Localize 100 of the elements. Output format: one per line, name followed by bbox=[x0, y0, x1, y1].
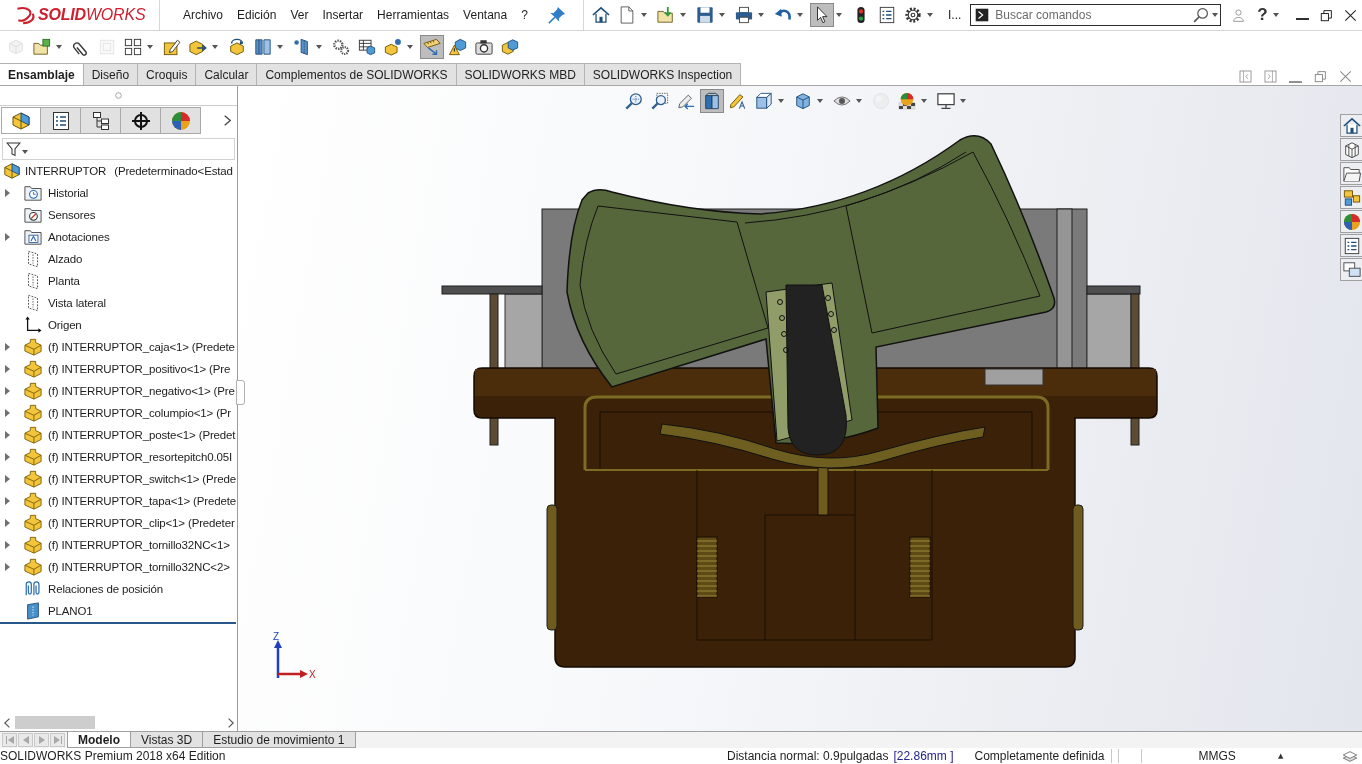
command-tab[interactable]: Ensamblaje bbox=[0, 63, 84, 85]
search-field[interactable]: Buscar comandos bbox=[970, 4, 1222, 26]
caret-icon[interactable] bbox=[778, 99, 784, 103]
tree-item[interactable]: Sensores bbox=[48, 209, 96, 221]
caret-icon[interactable] bbox=[641, 13, 647, 17]
caret-icon[interactable] bbox=[1272, 13, 1279, 17]
expand-arrow-icon[interactable] bbox=[5, 343, 10, 351]
expand-arrow-icon[interactable] bbox=[5, 409, 10, 417]
chevron-left-icon[interactable] bbox=[4, 717, 10, 728]
task-pane-tab[interactable] bbox=[1340, 162, 1362, 185]
caret-icon[interactable] bbox=[719, 13, 725, 17]
tree-item[interactable]: (f) INTERRUPTOR_columpio<1> (Pr bbox=[48, 407, 232, 419]
caret-icon[interactable] bbox=[927, 13, 933, 17]
scrollbar-thumb[interactable] bbox=[15, 716, 95, 729]
caret-icon[interactable] bbox=[836, 13, 842, 17]
caret-icon[interactable] bbox=[817, 99, 823, 103]
expand-arrow-icon[interactable] bbox=[5, 475, 10, 483]
caret-icon[interactable] bbox=[856, 99, 862, 103]
caret-icon[interactable] bbox=[797, 13, 803, 17]
caret-icon[interactable] bbox=[921, 99, 927, 103]
help-button[interactable]: ? bbox=[1252, 5, 1273, 25]
menu-item[interactable]: ? bbox=[514, 5, 535, 25]
tree-item[interactable]: (f) INTERRUPTOR_positivo<1> (Pre bbox=[48, 363, 231, 375]
tree-item[interactable]: (f) INTERRUPTOR_negativo<1> (Pre bbox=[48, 385, 235, 397]
tree-item[interactable]: Relaciones de posición bbox=[48, 583, 163, 595]
expand-arrow-icon[interactable] bbox=[5, 387, 10, 395]
tree-item[interactable]: (f) INTERRUPTOR_tapa<1> (Predete bbox=[48, 495, 236, 507]
grip-icon[interactable] bbox=[115, 92, 122, 99]
search-icon[interactable] bbox=[1193, 7, 1210, 23]
tree-item[interactable]: Anotaciones bbox=[48, 231, 110, 243]
panel-tab[interactable] bbox=[81, 107, 121, 134]
tree-item[interactable]: Alzado bbox=[48, 253, 83, 265]
layers-icon[interactable] bbox=[1342, 748, 1358, 764]
tree-item[interactable]: Vista lateral bbox=[48, 297, 106, 309]
bottom-tab[interactable]: Estudio de movimiento 1 bbox=[202, 732, 356, 748]
zoom-area-icon bbox=[651, 92, 669, 110]
tree-item[interactable]: (f) INTERRUPTOR_poste<1> (Predet bbox=[48, 429, 236, 441]
task-pane-tab[interactable] bbox=[1340, 234, 1362, 257]
task-pane-tab[interactable] bbox=[1340, 258, 1362, 281]
caret-icon[interactable] bbox=[407, 45, 413, 49]
command-tab[interactable]: Calcular bbox=[196, 63, 258, 85]
task-pane-tab[interactable] bbox=[1340, 186, 1362, 209]
expand-arrow-icon[interactable] bbox=[5, 519, 10, 527]
command-tab[interactable]: SOLIDWORKS MBD bbox=[456, 63, 585, 85]
command-tab[interactable]: Croquis bbox=[138, 63, 197, 85]
panel-tab[interactable] bbox=[121, 107, 161, 134]
bottom-tab[interactable]: Modelo bbox=[67, 732, 131, 748]
menu-item[interactable]: Ventana bbox=[456, 5, 515, 25]
tile-left-button[interactable] bbox=[1239, 70, 1252, 83]
task-pane-tab[interactable] bbox=[1340, 114, 1362, 137]
tree-item[interactable]: (f) INTERRUPTOR_resortepitch0.05I bbox=[48, 451, 232, 463]
expand-arrow-icon[interactable] bbox=[5, 233, 10, 241]
caret-icon[interactable] bbox=[758, 13, 764, 17]
expand-arrow-icon[interactable] bbox=[5, 453, 10, 461]
toolbar-button[interactable] bbox=[810, 3, 834, 27]
expand-arrow-icon[interactable] bbox=[5, 497, 10, 505]
task-pane-tab[interactable] bbox=[1340, 210, 1362, 233]
menu-item[interactable]: Ver bbox=[283, 5, 316, 25]
tile-right-button[interactable] bbox=[1264, 70, 1277, 83]
caret-icon[interactable] bbox=[1212, 13, 1219, 17]
menu-item[interactable]: Edición bbox=[230, 5, 284, 25]
tree-item[interactable]: PLANO1 bbox=[48, 605, 93, 617]
bottom-tab[interactable]: Vistas 3D bbox=[130, 732, 204, 748]
caret-icon[interactable] bbox=[277, 45, 283, 49]
command-tab[interactable]: Diseño bbox=[83, 63, 139, 85]
caret-icon[interactable] bbox=[680, 13, 686, 17]
expand-arrow-icon[interactable] bbox=[5, 189, 10, 197]
task-pane-tab[interactable] bbox=[1340, 138, 1362, 161]
tree-item[interactable]: Origen bbox=[48, 319, 82, 331]
tree-item[interactable]: Historial bbox=[48, 187, 89, 199]
tree-item[interactable]: (f) INTERRUPTOR_tornillo32NC<1> bbox=[48, 539, 230, 551]
collapse-handle[interactable] bbox=[236, 380, 245, 405]
menu-item[interactable]: Herramientas bbox=[370, 5, 457, 25]
tree-item[interactable]: (f) INTERRUPTOR_caja<1> (Predete bbox=[48, 341, 235, 353]
command-tab[interactable]: Complementos de SOLIDWORKS bbox=[257, 63, 457, 85]
expand-arrow-icon[interactable] bbox=[5, 365, 10, 373]
tree-item[interactable]: (f) INTERRUPTOR_switch<1> (Prede bbox=[48, 473, 236, 485]
scroll-tabs-button[interactable] bbox=[224, 115, 231, 126]
expand-arrow-icon[interactable] bbox=[5, 431, 10, 439]
menu-item[interactable]: Archivo bbox=[176, 5, 230, 25]
caret-icon[interactable] bbox=[960, 99, 966, 103]
plane-dot-icon bbox=[293, 38, 311, 56]
caret-icon[interactable] bbox=[22, 150, 28, 154]
tree-item[interactable]: (f) INTERRUPTOR_tornillo32NC<2> bbox=[48, 561, 230, 573]
panel-tab[interactable] bbox=[41, 107, 81, 134]
caret-icon[interactable] bbox=[147, 45, 153, 49]
filter-field[interactable] bbox=[2, 138, 235, 160]
command-tab[interactable]: SOLIDWORKS Inspection bbox=[584, 63, 742, 85]
chevron-right-icon[interactable] bbox=[228, 717, 234, 728]
more-button[interactable]: I... bbox=[943, 6, 967, 24]
tree-item[interactable]: Planta bbox=[48, 275, 80, 287]
pin-icon[interactable] bbox=[548, 6, 566, 24]
expand-arrow-icon[interactable] bbox=[5, 563, 10, 571]
caret-icon[interactable] bbox=[316, 45, 322, 49]
caret-icon[interactable] bbox=[212, 45, 218, 49]
tree-item[interactable]: (f) INTERRUPTOR_clip<1> (Predeter bbox=[48, 517, 235, 529]
menu-item[interactable]: Insertar bbox=[315, 5, 371, 25]
tree-root-item[interactable]: INTERRUPTOR bbox=[25, 165, 107, 177]
caret-icon[interactable] bbox=[56, 45, 62, 49]
expand-arrow-icon[interactable] bbox=[5, 541, 10, 549]
